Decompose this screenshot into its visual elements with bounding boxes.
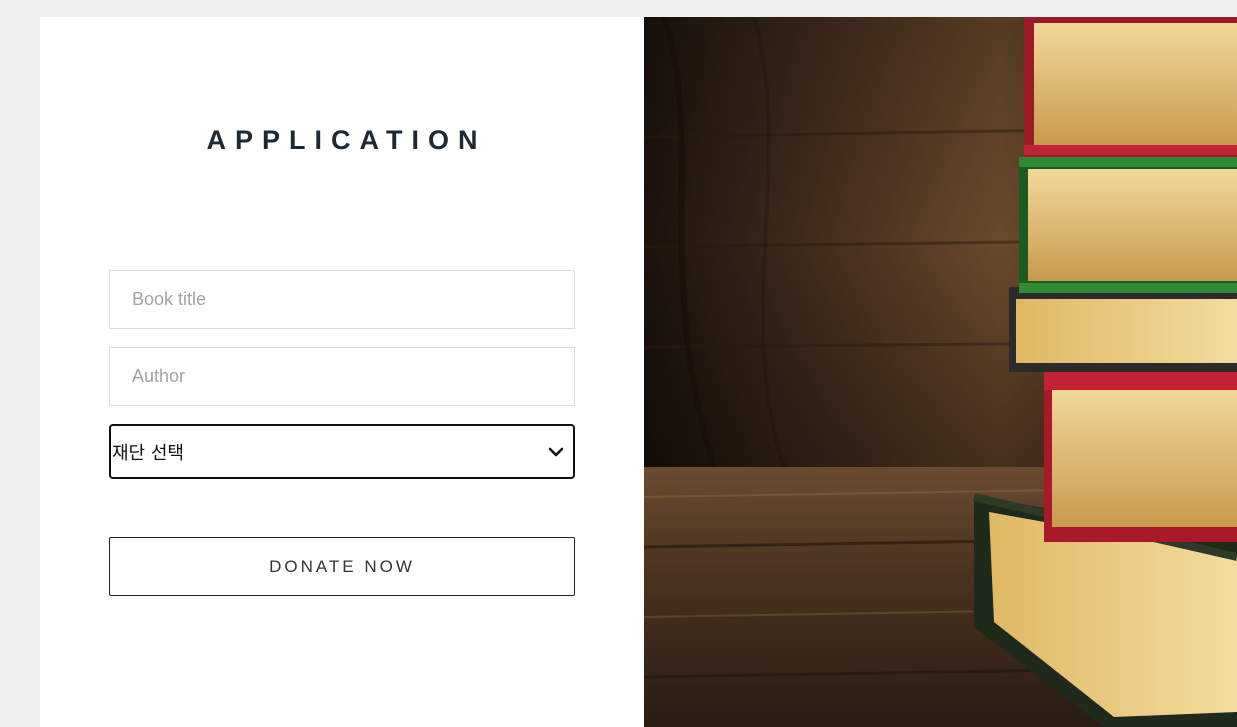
page-title: APPLICATION xyxy=(206,125,487,155)
application-card: APPLICATION 재단 선택 DONATE NOW xyxy=(40,17,1237,727)
form-panel: APPLICATION 재단 선택 DONATE NOW xyxy=(40,17,644,727)
hero-image xyxy=(644,17,1237,727)
chevron-down-icon xyxy=(548,447,564,456)
author-input[interactable] xyxy=(109,347,575,406)
book-title-input[interactable] xyxy=(109,270,575,329)
donate-now-button[interactable]: DONATE NOW xyxy=(109,537,575,596)
page: APPLICATION 재단 선택 DONATE NOW xyxy=(0,0,1237,727)
foundation-select-value: 재단 선택 xyxy=(112,442,184,464)
books-illustration xyxy=(644,17,1237,727)
foundation-select[interactable]: 재단 선택 xyxy=(109,424,575,479)
